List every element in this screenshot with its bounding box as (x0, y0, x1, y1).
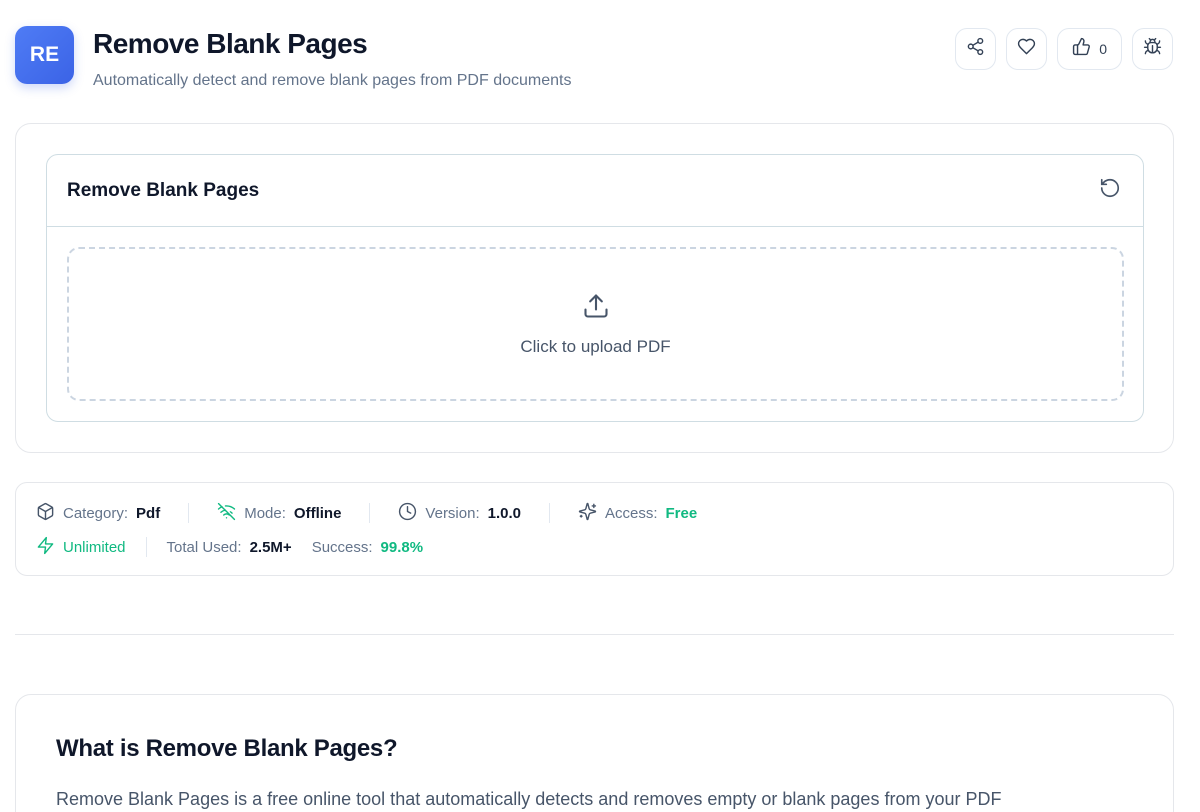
page-header: RE Remove Blank Pages Automatically dete… (15, 26, 1175, 96)
like-count: 0 (1099, 41, 1107, 57)
clock-icon (398, 502, 417, 525)
about-section: What is Remove Blank Pages? Remove Blank… (15, 694, 1174, 812)
meta-success-value: 99.8% (380, 538, 424, 556)
upload-label: Click to upload PDF (520, 336, 671, 356)
meta-version-value: 1.0.0 (487, 504, 521, 522)
meta-total-used: Total Used: 2.5M+ (167, 539, 292, 556)
tool-card: Remove Blank Pages Click to upload PDF (15, 123, 1174, 453)
meta-divider (369, 503, 371, 523)
meta-unlimited-label: Unlimited (63, 538, 126, 556)
meta-category-label: Category: (63, 504, 129, 522)
meta-mode-value: Offline (293, 504, 342, 522)
reset-icon (1099, 177, 1121, 204)
about-title: What is Remove Blank Pages? (56, 735, 398, 762)
pdf-upload-dropzone[interactable]: Click to upload PDF (67, 247, 1124, 401)
meta-category-value: Pdf (136, 504, 161, 522)
meta-success: Success: 99.8% (312, 539, 423, 556)
meta-category: Category: Pdf (36, 502, 160, 525)
page-subtitle: Automatically detect and remove blank pa… (93, 72, 572, 89)
meta-divider (188, 503, 190, 523)
zap-icon (36, 536, 55, 559)
favorite-button[interactable] (1006, 28, 1048, 70)
upload-icon (582, 292, 610, 325)
heart-icon (1017, 37, 1036, 61)
section-divider (15, 634, 1174, 635)
meta-access-label: Access: (605, 504, 658, 522)
page-title: Remove Blank Pages (93, 28, 368, 59)
meta-unlimited: Unlimited (36, 536, 126, 559)
reset-button[interactable] (1097, 178, 1123, 204)
report-bug-button[interactable] (1132, 28, 1173, 70)
bug-icon (1143, 37, 1162, 61)
package-icon (36, 502, 55, 525)
share-icon (966, 37, 985, 61)
meta-access-value: Free (665, 504, 698, 522)
sparkles-icon (578, 502, 597, 525)
meta-success-label: Success: (311, 538, 373, 556)
meta-access: Access: Free (578, 502, 697, 525)
share-button[interactable] (955, 28, 997, 70)
meta-row-1: Category: Pdf Mode: Offline Version: 1.0… (36, 501, 1153, 525)
app-badge: RE (15, 26, 74, 84)
meta-version-label: Version: (425, 504, 480, 522)
tool-metadata: Category: Pdf Mode: Offline Version: 1.0… (15, 482, 1174, 576)
meta-total-used-label: Total Used: (166, 538, 242, 556)
like-button[interactable]: 0 (1057, 28, 1122, 70)
thumbs-up-icon (1072, 37, 1091, 61)
meta-divider (549, 503, 550, 523)
tool-panel-header: Remove Blank Pages (47, 155, 1143, 227)
meta-total-used-value: 2.5M+ (249, 538, 292, 556)
header-actions: 0 (955, 28, 1173, 70)
wifi-off-icon (217, 502, 236, 525)
meta-version: Version: 1.0.0 (398, 502, 521, 525)
about-description: Remove Blank Pages is a free online tool… (56, 789, 1002, 809)
tool-panel: Remove Blank Pages Click to upload PDF (46, 154, 1144, 422)
meta-mode-label: Mode: (244, 504, 286, 522)
tool-panel-title: Remove Blank Pages (67, 179, 260, 201)
meta-row-2: Unlimited Total Used: 2.5M+ Success: 99.… (36, 535, 1153, 559)
meta-mode: Mode: Offline (217, 502, 341, 525)
meta-divider (145, 537, 147, 557)
